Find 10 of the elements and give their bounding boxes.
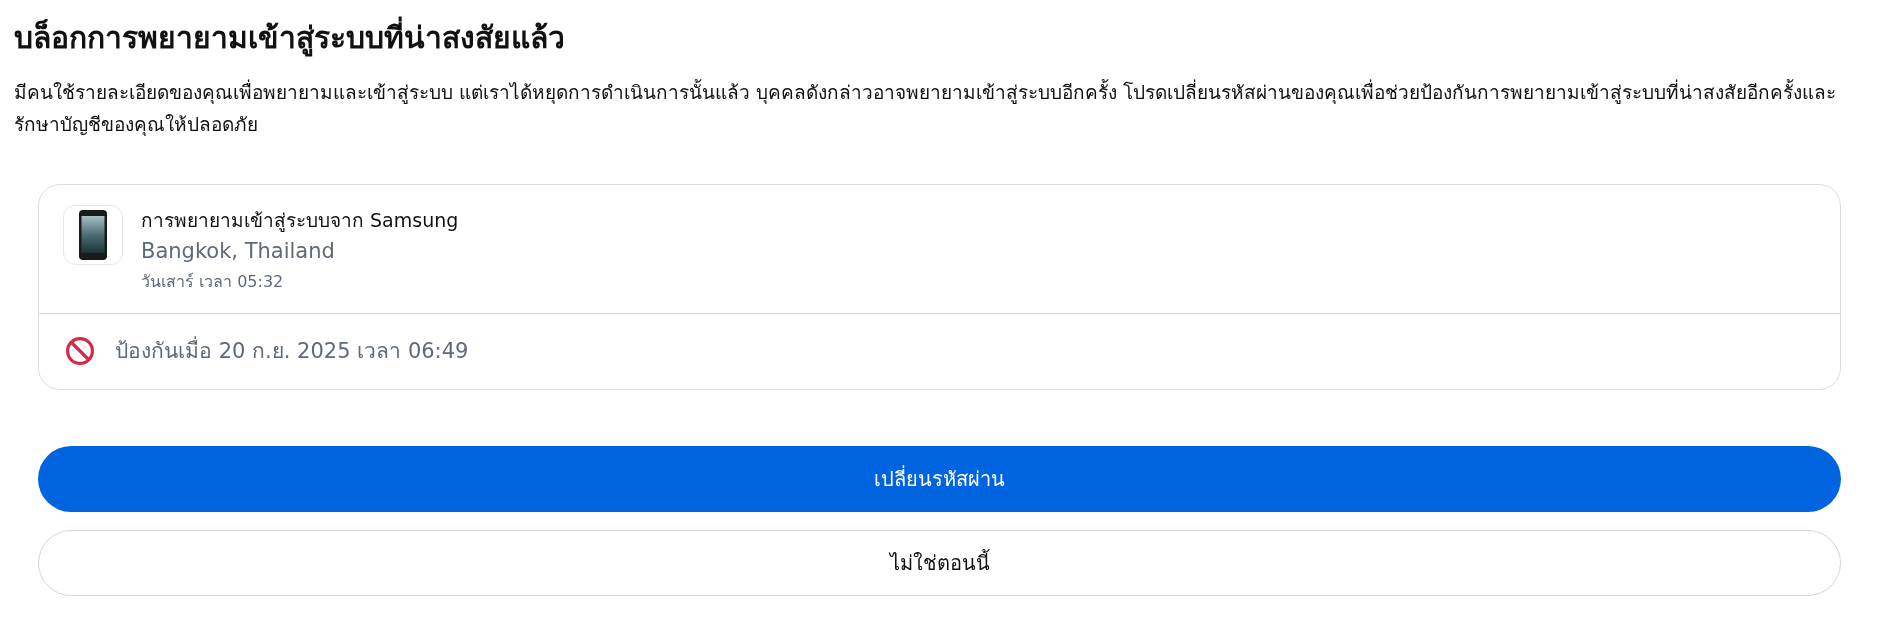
location-text: Bangkok, Thailand: [141, 238, 336, 265]
phone-icon: [63, 205, 123, 265]
attempt-heading: การพยายามเข้าสู่ระบบจาก Samsung: [141, 208, 459, 234]
time-text: วันเสาร์ เวลา 05:32: [141, 271, 285, 293]
not-now-button[interactable]: ไม่ใช่ตอนนี้: [38, 530, 1841, 596]
page-title: บล็อกการพยายามเข้าสู่ระบบที่น่าสงสัยแล้ว: [14, 14, 1841, 62]
blocked-text: ป้องกันเมื่อ 20 ก.ย. 2025 เวลา 06:49: [115, 334, 469, 367]
change-password-button[interactable]: เปลี่ยนรหัสผ่าน: [38, 446, 1841, 512]
description-text: มีคนใช้รายละเอียดของคุณเพื่อพยายามและเข้าสู่ระบบ แต่เราได้หยุดการดำเนินการนั้นแล้ว บุคคลดังกล่าวอาจพยายามเข้าสู่ระบบอีกครั้ง โปรดเปลี่ยนรหัสผ่านของคุณเพื่อช่วยป้องกันการพยายามเข้าสู่ระบบที่น่าสงสัยอีกครั้งและรักษาบัญชีของคุณให้ปลอดภัย: [14, 78, 1838, 138]
blocked-icon: [65, 335, 95, 366]
